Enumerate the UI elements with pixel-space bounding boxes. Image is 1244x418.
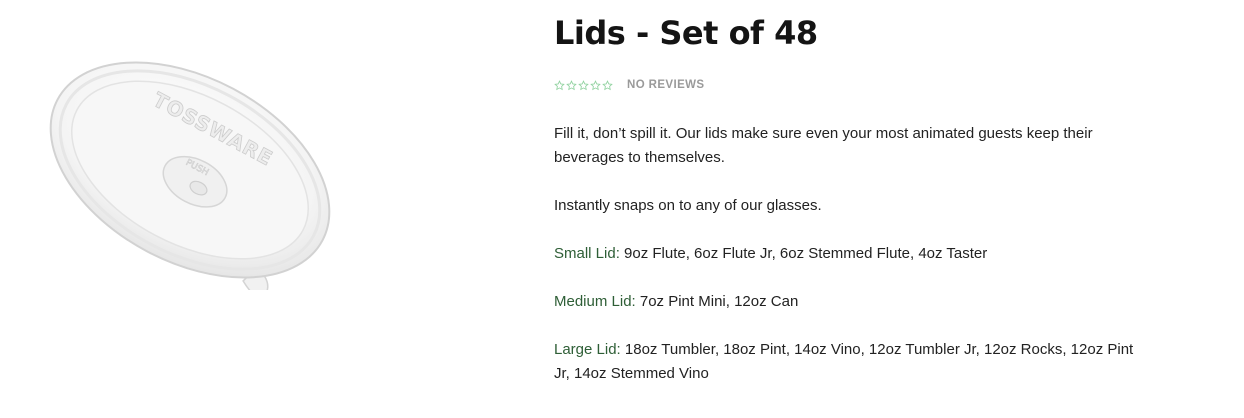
- star-icon: [566, 79, 577, 90]
- star-icon: [554, 79, 565, 90]
- large-lid-info: Large Lid: 18oz Tumbler, 18oz Pint, 14oz…: [554, 338, 1144, 386]
- product-title: Lids - Set of 48: [554, 14, 818, 52]
- description-compat: Instantly snaps on to any of our glasses…: [554, 197, 822, 214]
- product-image: TOSSWARE PUSH: [40, 50, 360, 299]
- lid-illustration: TOSSWARE PUSH: [49, 61, 331, 299]
- large-lid-label: Large Lid:: [554, 341, 621, 358]
- star-icon: [602, 79, 613, 90]
- small-lid-info: Small Lid: 9oz Flute, 6oz Flute Jr, 6oz …: [554, 242, 1144, 266]
- description-intro: Fill it, don’t spill it. Our lids make s…: [554, 125, 1093, 166]
- star-icon: [590, 79, 601, 90]
- small-lid-fits: 9oz Flute, 6oz Flute Jr, 6oz Stemmed Flu…: [619, 245, 988, 262]
- star-rating[interactable]: [554, 79, 613, 91]
- reviews-link[interactable]: NO REVIEWS: [627, 79, 704, 91]
- rating-row: NO REVIEWS: [554, 76, 704, 94]
- medium-lid-fits: 7oz Pint Mini, 12oz Can: [635, 293, 799, 310]
- medium-lid-info: Medium Lid: 7oz Pint Mini, 12oz Can: [554, 290, 1144, 314]
- large-lid-fits: 18oz Tumbler, 18oz Pint, 14oz Vino, 12oz…: [554, 341, 1134, 382]
- star-icon: [578, 79, 589, 90]
- small-lid-label: Small Lid:: [554, 245, 620, 262]
- medium-lid-label: Medium Lid:: [554, 293, 636, 310]
